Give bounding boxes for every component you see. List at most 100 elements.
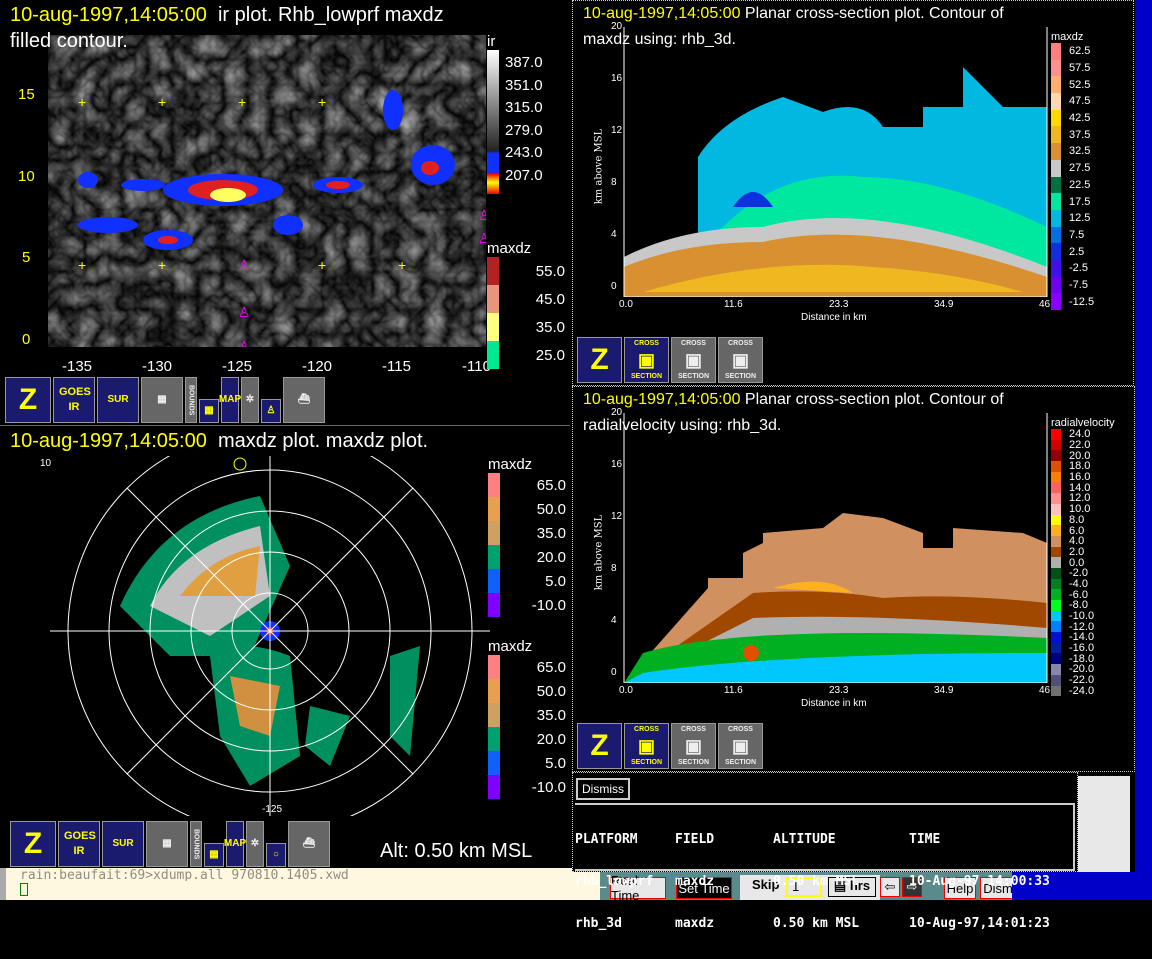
legend-swatch <box>1051 461 1061 472</box>
legend-entry: 52.5 <box>1051 76 1094 94</box>
cell: maxdz <box>675 874 715 889</box>
terminal[interactable]: rain:beaufait:69>xdump.all 970810.1405.x… <box>0 868 600 900</box>
z-icon: Z <box>18 383 38 416</box>
zoom-button[interactable]: Z <box>577 337 622 383</box>
legend-title: maxdz <box>488 456 533 473</box>
xsec-legend: radialvelocity 24.0 22.0 20.0 18.0 16.0 14.0 12… <box>1051 417 1115 697</box>
legend-entry: -12.5 <box>1051 293 1094 310</box>
toolbar-button-buoy[interactable]: ♙ <box>261 399 281 423</box>
legend-label: 351.0 <box>505 76 543 94</box>
zoom-button[interactable]: Z <box>577 723 622 769</box>
y-label: 10 <box>18 168 35 185</box>
y-tick: 20 <box>611 21 623 32</box>
legend-label: -10.0 <box>531 596 566 614</box>
y-label: 0 <box>22 331 31 348</box>
toolbar-button-bounds[interactable]: BOUNDS <box>185 377 197 423</box>
cell: 10-Aug-97,14:00:33 <box>909 874 1050 889</box>
site-marker-icon <box>233 457 247 471</box>
svg-text:♙: ♙ <box>478 230 486 246</box>
legend-label: -24.0 <box>1069 684 1095 697</box>
xsec-plot[interactable] <box>623 413 1053 683</box>
legend-swatch <box>1051 632 1061 643</box>
toolbar-button-grid[interactable]: ▦ <box>141 377 183 423</box>
legend-swatch <box>1051 109 1061 127</box>
ppi-radar-display[interactable] <box>50 456 490 816</box>
toolbar-button-map[interactable]: MAP <box>224 821 246 867</box>
legend-entry: -7.5 <box>1051 276 1094 294</box>
ppi-legend-1: maxdz 65.0 50.0 35.0 20.0 5.0 -10.0 <box>488 456 566 617</box>
x-axis-label: Distance in km <box>801 312 867 323</box>
legend-swatch <box>1051 439 1061 451</box>
dz-legend-ir: maxdz 55.0 45.0 35.0 25.0 <box>487 240 565 369</box>
toolbar-button-grid2[interactable]: ▦ <box>199 399 219 423</box>
toolbar-button-ship[interactable]: ⛴ <box>283 377 325 423</box>
legend-label: -2.5 <box>1069 262 1088 275</box>
grid-icon: ▦ <box>162 838 172 849</box>
toolbar-button-goes-ir[interactable]: GOES IR <box>58 821 100 867</box>
cube-icon: ▣ <box>637 350 655 370</box>
legend-entry: 47.5 <box>1051 93 1094 110</box>
legend-swatch <box>487 313 499 341</box>
platform-table: PLATFORM FIELD ALTITUDE TIME rhb_lowprf maxd… <box>575 803 1075 931</box>
cross-section-button[interactable]: CROSS ▣ SECTION <box>718 723 763 769</box>
cell: rhb_lowprf <box>575 874 654 889</box>
legend-label: 315.0 <box>505 99 543 116</box>
toolbar-button-circle[interactable]: ○ <box>266 843 286 867</box>
toolbar-button-sur[interactable]: SUR <box>97 377 139 423</box>
toolbar-button-sur[interactable]: SUR <box>102 821 144 867</box>
ir-map[interactable]: + + + + + + + + ♙ ♙ ♙ ♙ ♙ <box>48 35 486 347</box>
legend-label: 25.0 <box>535 346 565 364</box>
legend-entry: -10.0 <box>488 593 566 617</box>
cross-section-button[interactable]: CROSS ▣ SECTION <box>624 723 669 769</box>
cross-section-button[interactable]: CROSS ▣ SECTION <box>671 337 716 383</box>
dismiss-button[interactable]: Dismiss <box>576 778 630 800</box>
toolbar-button-z[interactable]: Z <box>10 821 56 867</box>
toolbar-bottom: Z GOES IR SUR ▦ BOUNDS ▦ MAP ✲ ○ ⛴ <box>10 821 330 867</box>
legend-swatch <box>1051 578 1061 590</box>
button-label: CROSS <box>681 340 706 347</box>
legend-entry: 7.5 <box>1051 226 1094 244</box>
toolbar-button-wheel[interactable]: ✲ <box>246 821 264 867</box>
cross-section-button[interactable]: CROSS ▣ SECTION <box>718 337 763 383</box>
xsec-title: Planar cross-section plot. Contour of <box>744 391 1004 408</box>
legend-title: radialvelocity <box>1051 417 1115 429</box>
y-tick: 12 <box>611 125 623 136</box>
legend-label: 7.5 <box>1069 228 1085 241</box>
x-tick: 11.6 <box>724 685 743 696</box>
legend-swatch <box>1051 193 1061 210</box>
toolbar-button-ship[interactable]: ⛴ <box>288 821 330 867</box>
sur-icon: SUR <box>112 838 134 849</box>
legend-swatch <box>487 285 499 313</box>
legend-label: 387.0 <box>505 54 543 71</box>
cross-section-button[interactable]: CROSS ▣ SECTION <box>624 337 669 383</box>
legend-swatch <box>487 341 499 369</box>
toolbar-button-map[interactable]: MAP <box>219 377 241 423</box>
legend-entry: 35.0 <box>487 313 565 341</box>
legend-label: 47.5 <box>1069 95 1091 108</box>
toolbar-button-grid2[interactable]: ▦ <box>204 843 224 867</box>
x-tick: 0.0 <box>619 299 633 310</box>
y-tick: 12 <box>611 511 623 522</box>
xsec-plot[interactable] <box>623 27 1053 297</box>
legend-label: 57.5 <box>1069 62 1091 75</box>
toolbar-button-goes-ir[interactable]: GOES IR <box>53 377 95 423</box>
toolbar-button-z[interactable]: Z <box>5 377 51 423</box>
sur-icon: SUR <box>107 394 129 405</box>
legend-entry: 57.5 <box>1051 59 1094 77</box>
legend-entry: 37.5 <box>1051 126 1094 144</box>
wheel-icon: ✲ <box>250 838 260 849</box>
toolbar-button-grid[interactable]: ▦ <box>146 821 188 867</box>
legend-swatch <box>1051 209 1061 227</box>
cross-section-button[interactable]: CROSS ▣ SECTION <box>671 723 716 769</box>
legend-entry: 65.0 <box>488 655 566 679</box>
legend-swatch <box>488 593 500 617</box>
circle-icon: ○ <box>272 849 280 860</box>
ppi-panel: 10-aug-1997,14:05:00 maxdz plot. maxdz p… <box>0 425 570 870</box>
legend-swatch <box>1051 143 1061 160</box>
toolbar-button-wheel[interactable]: ✲ <box>241 377 259 423</box>
legend-entry: 62.5 <box>1051 43 1094 60</box>
toolbar-button-bounds[interactable]: BOUNDS <box>190 821 202 867</box>
goes-ir-icon: GOES IR <box>59 385 91 413</box>
legend-entry: 42.5 <box>1051 109 1094 127</box>
bounds-icon: BOUNDS <box>187 384 195 416</box>
